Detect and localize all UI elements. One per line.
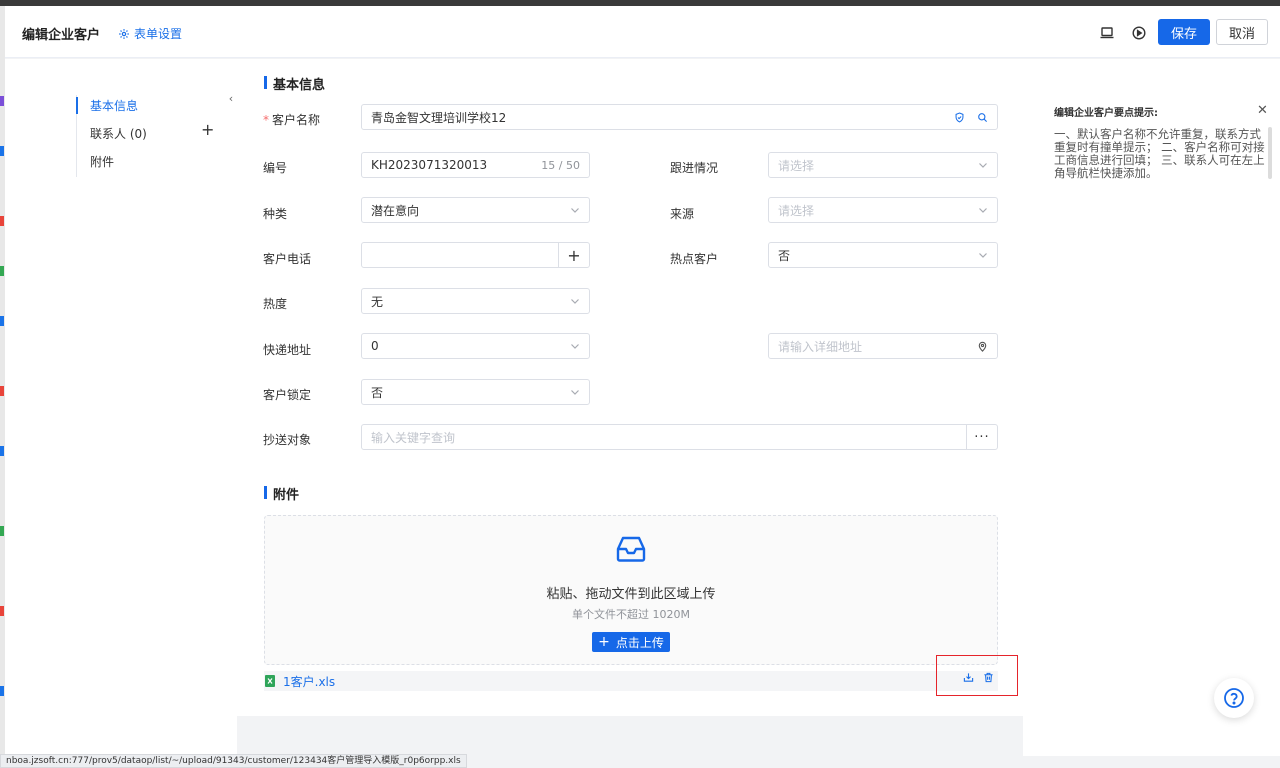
heat-select[interactable]: 无 — [361, 288, 590, 314]
add-phone-button[interactable]: + — [558, 242, 590, 268]
nav-item-attachments[interactable]: 附件 — [90, 153, 230, 170]
detail-address-input[interactable]: 请输入详细地址 — [768, 333, 998, 359]
page-title: 编辑企业客户 — [22, 28, 101, 43]
label-source: 来源 — [670, 207, 695, 221]
search-icon[interactable] — [977, 112, 988, 123]
highlight-annotation-box — [936, 655, 1018, 696]
tips-panel: 编辑企业客户要点提示: ✕ 一、默认客户名称不允许重复，联系方式重复时有撞单提示… — [1023, 59, 1280, 756]
browser-status-url: nboa.jzsoft.cn:777/prov5/dataop/list/~/u… — [0, 754, 467, 768]
customer-name-input[interactable]: 青岛金智文理培训学校12 — [361, 104, 998, 130]
label-customer-lock: 客户锁定 — [263, 388, 312, 402]
label-customer-name: * 客户名称 — [263, 113, 321, 127]
anchor-nav: 基本信息 联系人 (0) + 附件 — [76, 95, 214, 177]
tips-title: 编辑企业客户要点提示: — [1054, 108, 1158, 119]
char-count: 15 / 50 — [541, 158, 580, 172]
hot-customer-select[interactable]: 否 — [768, 242, 998, 268]
label-category: 种类 — [263, 207, 288, 221]
express-region-select[interactable]: 0 — [361, 333, 590, 359]
add-contact-icon[interactable]: + — [201, 122, 214, 138]
label-express-address: 快递地址 — [263, 343, 312, 357]
attachment-file-name[interactable]: 1客户.xls — [283, 673, 335, 690]
label-heat: 热度 — [263, 297, 288, 311]
chevron-down-icon — [571, 344, 579, 349]
click-upload-label: 点击上传 — [615, 635, 664, 650]
form-settings-label: 表单设置 — [134, 27, 183, 41]
help-question-icon — [1224, 688, 1244, 708]
followup-select[interactable]: 请选择 — [768, 152, 998, 178]
form-main: 基本信息 * 客户名称 青岛金智文理培训学校12 编号 KH20230713200… — [237, 59, 1023, 716]
close-icon[interactable]: ✕ — [1257, 103, 1268, 118]
upload-dropzone[interactable]: 粘贴、拖动文件到此区域上传 单个文件不超过 1020M + 点击上传 — [264, 515, 998, 665]
attachment-file-row: 1客户.xls — [264, 671, 998, 691]
inbox-icon — [616, 536, 646, 562]
upload-instruction: 粘贴、拖动文件到此区域上传 — [546, 587, 716, 602]
phone-input[interactable] — [361, 242, 559, 268]
label-followup: 跟进情况 — [670, 161, 719, 175]
collapse-chevron-icon[interactable]: ‹ — [225, 89, 237, 109]
section-title-basic: 基本信息 — [264, 74, 325, 93]
chevron-down-icon — [571, 299, 579, 304]
required-mark: * — [263, 113, 269, 127]
label-hot-customer: 热点客户 — [670, 252, 719, 266]
cancel-button[interactable]: 取消 — [1216, 19, 1268, 45]
nav-item-basic-info[interactable]: 基本信息 — [90, 97, 230, 114]
chevron-down-icon — [979, 253, 987, 258]
tips-body: 一、默认客户名称不允许重复，联系方式重复时有撞单提示； 二、客户名称可对接工商信… — [1054, 127, 1265, 180]
chevron-down-icon — [979, 163, 987, 168]
gear-icon — [119, 28, 129, 39]
customer-lock-select[interactable]: 否 — [361, 379, 590, 405]
shield-icon[interactable] — [954, 111, 965, 123]
label-cc: 抄送对象 — [263, 433, 312, 447]
category-select[interactable]: 潜在意向 — [361, 197, 590, 223]
help-button[interactable] — [1214, 678, 1254, 718]
top-toolbar: 编辑企业客户 表单设置 保存 取消 — [5, 6, 1280, 58]
click-upload-button[interactable]: + 点击上传 — [592, 632, 670, 652]
cc-search-input[interactable]: 输入关键字查询 — [361, 424, 967, 450]
label-phone: 客户电话 — [263, 252, 312, 266]
chevron-down-icon — [979, 208, 987, 213]
code-input[interactable]: KH2023071320013 15 / 50 — [361, 152, 590, 178]
excel-file-icon — [265, 675, 275, 687]
chevron-down-icon — [571, 208, 579, 213]
chevron-down-icon — [571, 390, 579, 395]
tips-scrollbar[interactable] — [1268, 127, 1272, 179]
save-button[interactable]: 保存 — [1158, 19, 1210, 45]
location-pin-icon[interactable] — [977, 341, 988, 352]
form-settings-link[interactable]: 表单设置 — [118, 25, 182, 42]
laptop-icon[interactable] — [1099, 25, 1115, 41]
source-select[interactable]: 请选择 — [768, 197, 998, 223]
anchor-nav-panel: 基本信息 联系人 (0) + 附件 ‹ — [5, 59, 237, 756]
nav-active-indicator — [76, 97, 78, 114]
section-title-attachments: 附件 — [264, 484, 299, 503]
plus-icon: + — [598, 634, 610, 650]
label-code: 编号 — [263, 161, 288, 175]
play-preview-icon[interactable] — [1131, 25, 1147, 41]
upload-size-limit: 单个文件不超过 1020M — [572, 608, 690, 621]
more-options-button[interactable]: ··· — [966, 424, 998, 450]
